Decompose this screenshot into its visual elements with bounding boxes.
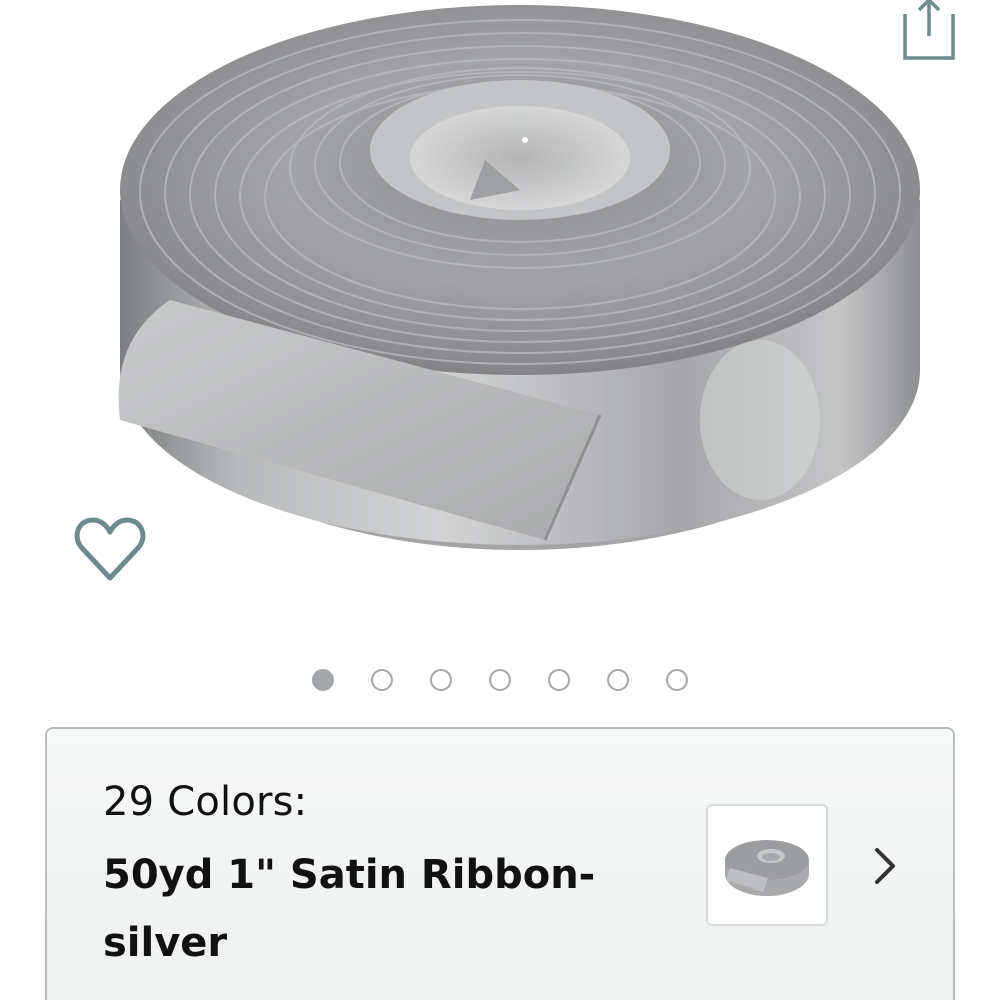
carousel-dot-2[interactable] <box>371 669 393 691</box>
chevron-right-icon <box>875 848 895 884</box>
carousel-dot-4[interactable] <box>489 669 511 691</box>
carousel-dot-7[interactable] <box>666 669 688 691</box>
product-page: 29 Colors: 50yd 1" Satin Ribbon-silver <box>0 0 1000 1000</box>
variation-count-label: 29 Colors: <box>103 779 308 825</box>
carousel-dot-5[interactable] <box>548 669 570 691</box>
share-button[interactable] <box>895 0 965 70</box>
heart-icon <box>74 517 146 581</box>
product-image <box>118 5 920 550</box>
carousel-dot-1[interactable] <box>312 669 334 691</box>
add-to-wishlist-button[interactable] <box>70 510 150 590</box>
swatch-thumbnail <box>725 840 809 896</box>
carousel-dot-3[interactable] <box>430 669 452 691</box>
selected-variation-name: 50yd 1" Satin Ribbon-silver <box>103 852 596 966</box>
product-image-carousel[interactable] <box>0 0 1000 640</box>
color-variation-selector[interactable]: 29 Colors: 50yd 1" Satin Ribbon-silver <box>45 727 955 1000</box>
share-icon <box>903 0 955 60</box>
carousel-dot-6[interactable] <box>607 669 629 691</box>
image-carousel-indicator <box>0 665 1000 695</box>
selected-color-swatch[interactable] <box>706 804 828 926</box>
